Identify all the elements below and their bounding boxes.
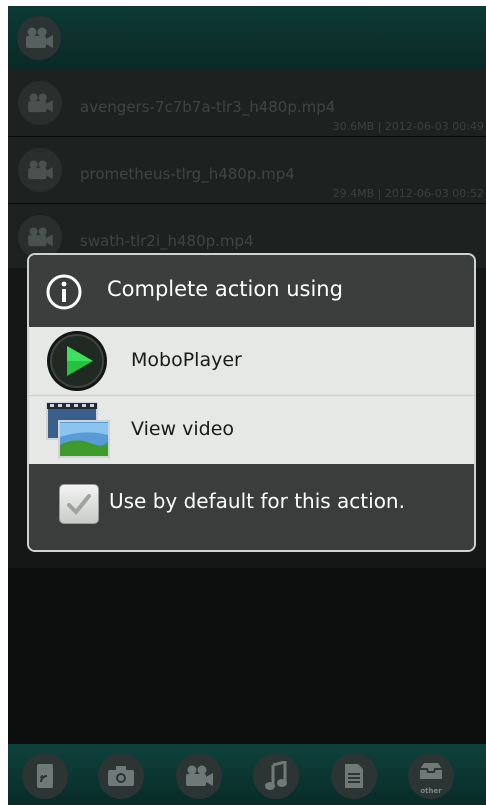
file-name: avengers-7c7b7a-tlr3_h480p.mp4 (80, 98, 336, 116)
file-meta: 29.4MB | 2012-06-03 00:52 (332, 187, 484, 200)
other-icon[interactable]: other (408, 753, 454, 799)
option-moboplayer[interactable]: MoboPlayer (29, 327, 474, 396)
document-icon[interactable] (331, 753, 377, 799)
top-bar (8, 6, 486, 70)
video-category-icon[interactable] (17, 16, 61, 60)
file-meta: 30.6MB | 2012-06-03 00:49 (332, 120, 484, 133)
complete-action-dialog: Complete action using MoboPlayer View vi… (27, 253, 476, 552)
video-file-icon (18, 148, 62, 192)
use-by-default-label: Use by default for this action. (109, 489, 405, 513)
bottom-nav: other (8, 744, 486, 805)
check-icon (67, 494, 91, 515)
file-row[interactable]: avengers-7c7b7a-tlr3_h480p.mp4 30.6MB | … (8, 70, 486, 137)
moboplayer-icon (47, 331, 107, 391)
file-name: prometheus-tlrg_h480p.mp4 (80, 165, 295, 183)
dialog-header: Complete action using (29, 255, 474, 328)
info-icon (46, 274, 82, 310)
camera-icon[interactable] (98, 753, 144, 799)
video-file-icon (18, 81, 62, 125)
file-name: swath-tlr2i_h480p.mp4 (80, 232, 254, 250)
file-row[interactable]: prometheus-tlrg_h480p.mp4 29.4MB | 2012-… (8, 137, 486, 204)
option-label: MoboPlayer (131, 349, 242, 371)
option-view-video[interactable]: View video (29, 396, 474, 465)
dialog-title: Complete action using (107, 277, 343, 301)
option-label: View video (131, 418, 235, 440)
apk-icon[interactable] (22, 753, 68, 799)
use-by-default-checkbox[interactable] (59, 484, 99, 524)
video-camera-icon (26, 27, 53, 48)
other-label: other (420, 787, 442, 795)
view-video-icon (46, 402, 110, 458)
dialog-footer: Use by default for this action. (29, 464, 474, 550)
file-list: avengers-7c7b7a-tlr3_h480p.mp4 30.6MB | … (8, 70, 486, 271)
music-icon[interactable] (253, 753, 299, 799)
video-icon[interactable] (176, 753, 222, 799)
